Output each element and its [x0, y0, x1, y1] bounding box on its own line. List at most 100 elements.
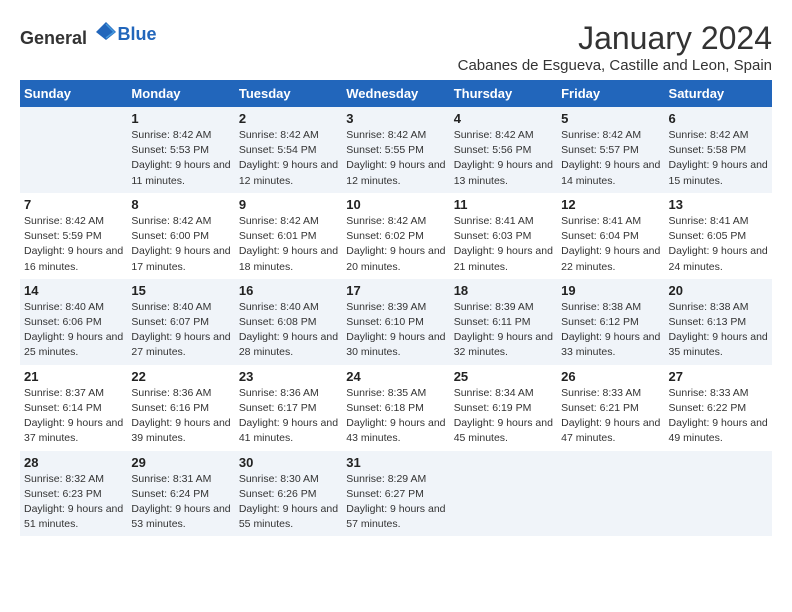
- day-info: Sunrise: 8:40 AM Sunset: 6:06 PM Dayligh…: [24, 300, 123, 361]
- day-number: 29: [131, 455, 230, 470]
- title-section: January 2024 Cabanes de Esgueva, Castill…: [458, 20, 772, 74]
- calendar-header: SundayMondayTuesdayWednesdayThursdayFrid…: [20, 80, 772, 107]
- header-day-sunday: Sunday: [20, 80, 127, 107]
- day-info: Sunrise: 8:37 AM Sunset: 6:14 PM Dayligh…: [24, 386, 123, 447]
- day-info: Sunrise: 8:42 AM Sunset: 5:56 PM Dayligh…: [454, 128, 553, 189]
- header-day-thursday: Thursday: [450, 80, 557, 107]
- calendar-cell: 2Sunrise: 8:42 AM Sunset: 5:54 PM Daylig…: [235, 107, 342, 193]
- day-info: Sunrise: 8:29 AM Sunset: 6:27 PM Dayligh…: [346, 472, 445, 533]
- week-row-2: 7 Sunrise: 8:42 AM Sunset: 5:59 PM Daylig…: [20, 193, 772, 279]
- calendar-cell: 19 Sunrise: 8:38 AM Sunset: 6:12 PM Dayli…: [557, 279, 664, 365]
- day-number: 13: [669, 197, 768, 212]
- day-number: 3: [346, 111, 445, 126]
- day-number: 6: [669, 111, 768, 126]
- calendar-cell: 26 Sunrise: 8:33 AM Sunset: 6:21 PM Dayli…: [557, 365, 664, 451]
- day-info: Sunrise: 8:38 AM Sunset: 6:13 PM Dayligh…: [669, 300, 768, 361]
- calendar-cell: 14Sunrise: 8:40 AM Sunset: 6:06 PM Dayli…: [20, 279, 127, 365]
- calendar-cell: 31Sunrise: 8:29 AM Sunset: 6:27 PM Dayli…: [342, 451, 449, 537]
- day-info: Sunrise: 8:41 AM Sunset: 6:03 PM Dayligh…: [454, 214, 553, 275]
- calendar-cell: 15Sunrise: 8:40 AM Sunset: 6:07 PM Dayli…: [127, 279, 234, 365]
- day-info: Sunrise: 8:42 AM Sunset: 5:55 PM Dayligh…: [346, 128, 445, 189]
- week-row-5: 28Sunrise: 8:32 AM Sunset: 6:23 PM Dayli…: [20, 451, 772, 537]
- day-info: Sunrise: 8:42 AM Sunset: 5:54 PM Dayligh…: [239, 128, 338, 189]
- day-info: Sunrise: 8:35 AM Sunset: 6:18 PM Dayligh…: [346, 386, 445, 447]
- day-info: Sunrise: 8:40 AM Sunset: 6:08 PM Dayligh…: [239, 300, 338, 361]
- day-info: Sunrise: 8:30 AM Sunset: 6:26 PM Dayligh…: [239, 472, 338, 533]
- day-number: 25: [454, 369, 553, 384]
- day-info: Sunrise: 8:39 AM Sunset: 6:10 PM Dayligh…: [346, 300, 445, 361]
- day-number: 12: [561, 197, 660, 212]
- header-day-monday: Monday: [127, 80, 234, 107]
- calendar-cell: 10 Sunrise: 8:42 AM Sunset: 6:02 PM Dayli…: [342, 193, 449, 279]
- day-number: 26: [561, 369, 660, 384]
- logo-blue: Blue: [118, 24, 157, 44]
- calendar-cell: [20, 107, 127, 193]
- page-header: General Blue January 2024 Cabanes de Esg…: [20, 20, 772, 74]
- logo-general: General: [20, 28, 87, 48]
- calendar-cell: 23Sunrise: 8:36 AM Sunset: 6:17 PM Dayli…: [235, 365, 342, 451]
- day-number: 27: [669, 369, 768, 384]
- calendar-cell: 24 Sunrise: 8:35 AM Sunset: 6:18 PM Dayli…: [342, 365, 449, 451]
- calendar-cell: 20Sunrise: 8:38 AM Sunset: 6:13 PM Dayli…: [665, 279, 772, 365]
- day-info: Sunrise: 8:42 AM Sunset: 6:01 PM Dayligh…: [239, 214, 338, 275]
- day-number: 16: [239, 283, 338, 298]
- day-number: 30: [239, 455, 338, 470]
- day-info: Sunrise: 8:42 AM Sunset: 6:00 PM Dayligh…: [131, 214, 230, 275]
- calendar-cell: [450, 451, 557, 537]
- day-info: Sunrise: 8:32 AM Sunset: 6:23 PM Dayligh…: [24, 472, 123, 533]
- calendar-cell: 18 Sunrise: 8:39 AM Sunset: 6:11 PM Dayli…: [450, 279, 557, 365]
- day-number: 8: [131, 197, 230, 212]
- day-info: Sunrise: 8:31 AM Sunset: 6:24 PM Dayligh…: [131, 472, 230, 533]
- day-info: Sunrise: 8:39 AM Sunset: 6:11 PM Dayligh…: [454, 300, 553, 361]
- day-info: Sunrise: 8:38 AM Sunset: 6:12 PM Dayligh…: [561, 300, 660, 361]
- day-number: 18: [454, 283, 553, 298]
- calendar-cell: 16 Sunrise: 8:40 AM Sunset: 6:08 PM Dayli…: [235, 279, 342, 365]
- calendar-cell: 9 Sunrise: 8:42 AM Sunset: 6:01 PM Daylig…: [235, 193, 342, 279]
- day-info: Sunrise: 8:42 AM Sunset: 5:58 PM Dayligh…: [669, 128, 768, 189]
- calendar-cell: 22Sunrise: 8:36 AM Sunset: 6:16 PM Dayli…: [127, 365, 234, 451]
- day-number: 9: [239, 197, 338, 212]
- day-info: Sunrise: 8:41 AM Sunset: 6:05 PM Dayligh…: [669, 214, 768, 275]
- calendar-cell: 28Sunrise: 8:32 AM Sunset: 6:23 PM Dayli…: [20, 451, 127, 537]
- day-number: 19: [561, 283, 660, 298]
- calendar-cell: 27Sunrise: 8:33 AM Sunset: 6:22 PM Dayli…: [665, 365, 772, 451]
- calendar-cell: 13 Sunrise: 8:41 AM Sunset: 6:05 PM Dayli…: [665, 193, 772, 279]
- day-info: Sunrise: 8:41 AM Sunset: 6:04 PM Dayligh…: [561, 214, 660, 275]
- day-number: 10: [346, 197, 445, 212]
- location-text: Cabanes de Esgueva, Castille and Leon, S…: [458, 57, 772, 74]
- calendar-table: SundayMondayTuesdayWednesdayThursdayFrid…: [20, 80, 772, 536]
- calendar-cell: 7 Sunrise: 8:42 AM Sunset: 5:59 PM Daylig…: [20, 193, 127, 279]
- header-day-tuesday: Tuesday: [235, 80, 342, 107]
- week-row-3: 14Sunrise: 8:40 AM Sunset: 6:06 PM Dayli…: [20, 279, 772, 365]
- day-number: 4: [454, 111, 553, 126]
- day-number: 5: [561, 111, 660, 126]
- day-info: Sunrise: 8:40 AM Sunset: 6:07 PM Dayligh…: [131, 300, 230, 361]
- calendar-cell: 30 Sunrise: 8:30 AM Sunset: 6:26 PM Dayli…: [235, 451, 342, 537]
- header-day-wednesday: Wednesday: [342, 80, 449, 107]
- calendar-cell: 8 Sunrise: 8:42 AM Sunset: 6:00 PM Daylig…: [127, 193, 234, 279]
- day-number: 22: [131, 369, 230, 384]
- week-row-1: 1Sunrise: 8:42 AM Sunset: 5:53 PM Daylig…: [20, 107, 772, 193]
- calendar-cell: 11 Sunrise: 8:41 AM Sunset: 6:03 PM Dayli…: [450, 193, 557, 279]
- day-info: Sunrise: 8:34 AM Sunset: 6:19 PM Dayligh…: [454, 386, 553, 447]
- day-number: 24: [346, 369, 445, 384]
- calendar-cell: 6 Sunrise: 8:42 AM Sunset: 5:58 PM Daylig…: [665, 107, 772, 193]
- header-day-saturday: Saturday: [665, 80, 772, 107]
- day-number: 17: [346, 283, 445, 298]
- day-info: Sunrise: 8:33 AM Sunset: 6:21 PM Dayligh…: [561, 386, 660, 447]
- calendar-cell: [557, 451, 664, 537]
- calendar-cell: 29 Sunrise: 8:31 AM Sunset: 6:24 PM Dayli…: [127, 451, 234, 537]
- calendar-cell: 12 Sunrise: 8:41 AM Sunset: 6:04 PM Dayli…: [557, 193, 664, 279]
- calendar-cell: 5Sunrise: 8:42 AM Sunset: 5:57 PM Daylig…: [557, 107, 664, 193]
- day-number: 21: [24, 369, 123, 384]
- logo: General Blue: [20, 20, 157, 49]
- calendar-cell: 17 Sunrise: 8:39 AM Sunset: 6:10 PM Dayli…: [342, 279, 449, 365]
- header-day-friday: Friday: [557, 80, 664, 107]
- day-number: 1: [131, 111, 230, 126]
- day-number: 11: [454, 197, 553, 212]
- day-info: Sunrise: 8:42 AM Sunset: 5:59 PM Dayligh…: [24, 214, 123, 275]
- calendar-cell: 3 Sunrise: 8:42 AM Sunset: 5:55 PM Daylig…: [342, 107, 449, 193]
- logo-icon: [94, 20, 118, 44]
- day-number: 7: [24, 197, 123, 212]
- day-info: Sunrise: 8:42 AM Sunset: 6:02 PM Dayligh…: [346, 214, 445, 275]
